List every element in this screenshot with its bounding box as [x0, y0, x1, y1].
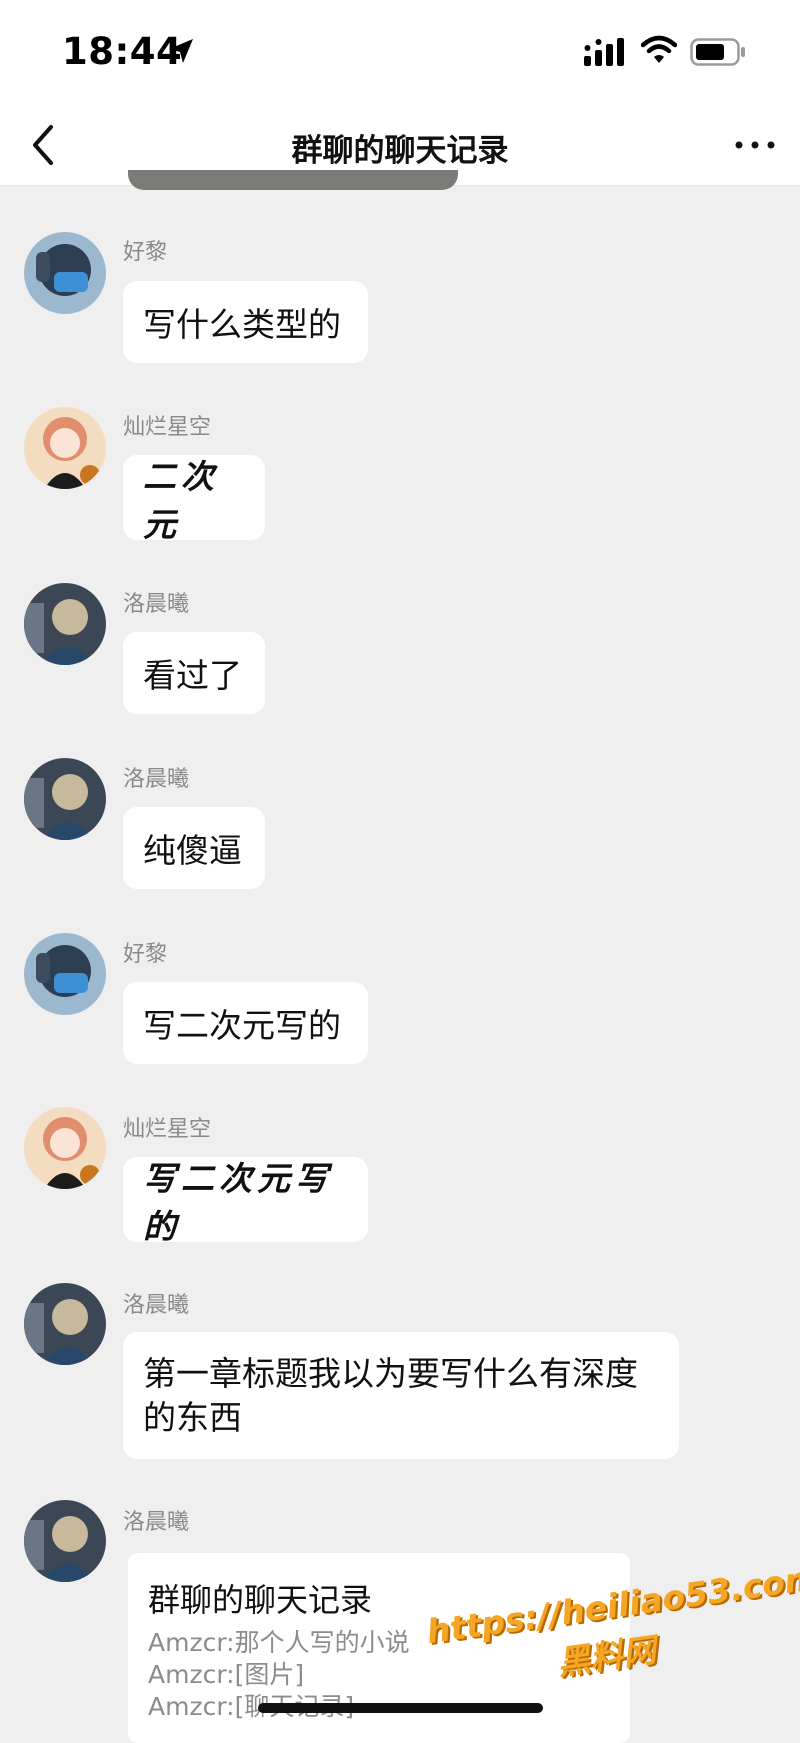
battery-icon	[690, 38, 745, 66]
message-bubble[interactable]: 二次元	[123, 455, 265, 544]
location-arrow-icon	[169, 39, 193, 63]
previous-image-message[interactable]	[128, 170, 458, 190]
message-bubble[interactable]: 写什么类型的	[123, 281, 368, 363]
page-title: 群聊的聊天记录	[291, 133, 509, 169]
avatar[interactable]	[24, 232, 106, 314]
sender-name: 洛晨曦	[123, 767, 190, 792]
message-bubble[interactable]: 写二次元写的	[123, 1157, 368, 1246]
message-text-line: 第一章标题我以为要写什么有深度	[143, 1354, 638, 1393]
wifi-icon	[641, 35, 677, 63]
card-line: Amzcr:[图片]	[148, 1660, 305, 1689]
status-time: 18:44	[62, 30, 183, 73]
more-horizontal-icon[interactable]	[732, 127, 778, 163]
status-bar: 18:44	[0, 0, 800, 105]
avatar[interactable]	[24, 583, 106, 665]
message-text-line: 的东西	[143, 1398, 242, 1437]
sender-name: 灿烂星空	[123, 415, 212, 440]
avatar[interactable]	[24, 1107, 106, 1189]
message-bubble[interactable]: 写二次元写的	[123, 982, 368, 1064]
avatar[interactable]	[24, 758, 106, 840]
avatar[interactable]	[24, 1500, 106, 1582]
avatar[interactable]	[24, 1283, 106, 1365]
avatar[interactable]	[24, 933, 106, 1015]
message-bubble[interactable]: 纯傻逼	[123, 807, 265, 889]
message-bubble[interactable]: 看过了	[123, 632, 265, 714]
message-bubble[interactable]: 第一章标题我以为要写什么有深度 的东西	[123, 1332, 679, 1459]
sender-name: 洛晨曦	[123, 1293, 190, 1318]
sender-name: 好黎	[123, 942, 168, 967]
sender-name: 灿烂星空	[123, 1117, 212, 1142]
cellular-signal-icon	[584, 38, 624, 66]
sender-name: 洛晨曦	[123, 1510, 190, 1535]
avatar[interactable]	[24, 407, 106, 489]
home-indicator[interactable]	[258, 1703, 543, 1713]
sender-name: 洛晨曦	[123, 592, 190, 617]
sender-name: 好黎	[123, 240, 168, 265]
